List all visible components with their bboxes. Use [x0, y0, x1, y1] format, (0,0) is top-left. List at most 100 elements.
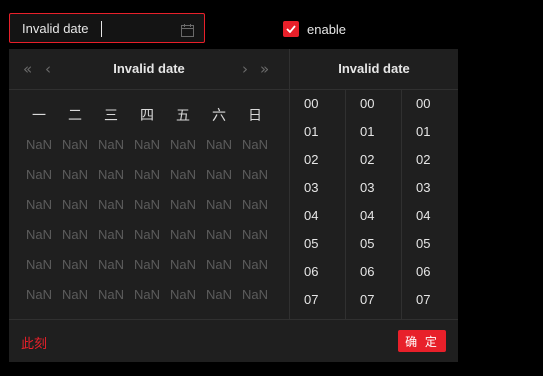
day-cell[interactable]: NaN	[57, 225, 93, 255]
hour-cell[interactable]: 07	[290, 286, 345, 314]
day-cell[interactable]: NaN	[21, 135, 57, 165]
day-row: NaN NaN NaN NaN NaN NaN NaN	[21, 195, 273, 225]
day-cell[interactable]: NaN	[201, 165, 237, 195]
weekday-label: 日	[248, 108, 262, 124]
minute-cell[interactable]: 00	[346, 90, 401, 118]
day-cell[interactable]: NaN	[57, 255, 93, 285]
hour-cell[interactable]: 01	[290, 118, 345, 146]
second-cell[interactable]: 01	[402, 118, 458, 146]
calendar-icon[interactable]	[181, 22, 194, 37]
day-cell[interactable]: NaN	[237, 255, 273, 285]
minute-cell[interactable]: 02	[346, 146, 401, 174]
day-cell[interactable]: NaN	[93, 285, 129, 315]
now-link[interactable]: 此刻	[21, 333, 47, 352]
weekday-label: 二	[68, 108, 82, 124]
day-cell[interactable]: NaN	[237, 195, 273, 225]
second-cell[interactable]: 02	[402, 146, 458, 174]
weekday-label: 三	[104, 108, 118, 124]
date-input-value[interactable]: Invalid date	[22, 21, 89, 36]
day-cell[interactable]: NaN	[237, 285, 273, 315]
hour-cell[interactable]: 06	[290, 258, 345, 286]
day-cell[interactable]: NaN	[93, 255, 129, 285]
picker-footer: 此刻 确 定	[9, 319, 458, 362]
day-cell[interactable]: NaN	[93, 135, 129, 165]
ok-button[interactable]: 确 定	[398, 330, 446, 352]
time-columns: 00 01 02 03 04 05 06 07 00 01 02 03 04 05 06 07 00 01 02…	[290, 90, 458, 319]
date-input[interactable]: Invalid date	[9, 13, 205, 43]
minute-cell[interactable]: 03	[346, 174, 401, 202]
day-row: NaN NaN NaN NaN NaN NaN NaN	[21, 165, 273, 195]
text-caret	[101, 21, 102, 37]
day-cell[interactable]: NaN	[201, 195, 237, 225]
day-cell[interactable]: NaN	[93, 195, 129, 225]
day-cell[interactable]: NaN	[237, 165, 273, 195]
day-cell[interactable]: NaN	[201, 225, 237, 255]
minute-cell[interactable]: 04	[346, 202, 401, 230]
day-cell[interactable]: NaN	[201, 285, 237, 315]
day-cell[interactable]: NaN	[129, 255, 165, 285]
minute-cell[interactable]: 07	[346, 286, 401, 314]
day-cell[interactable]: NaN	[129, 285, 165, 315]
time-panel: Invalid date 00 01 02 03 04 05 06 07 00 01 02 03 04…	[289, 49, 458, 319]
check-icon	[286, 25, 296, 33]
day-cell[interactable]: NaN	[165, 225, 201, 255]
day-cell[interactable]: NaN	[129, 135, 165, 165]
day-cell[interactable]: NaN	[165, 255, 201, 285]
minute-cell[interactable]: 01	[346, 118, 401, 146]
weekday-label: 五	[176, 108, 190, 124]
second-cell[interactable]: 04	[402, 202, 458, 230]
day-cell[interactable]: NaN	[21, 195, 57, 225]
day-cell[interactable]: NaN	[165, 165, 201, 195]
next-month-icon[interactable]: ›	[242, 61, 248, 77]
day-cell[interactable]: NaN	[93, 225, 129, 255]
day-cell[interactable]: NaN	[57, 195, 93, 225]
day-cell[interactable]: NaN	[165, 285, 201, 315]
date-panel: « ‹ Invalid date › » 一二三四五六日 NaN NaN NaN Na…	[9, 49, 289, 319]
day-cell[interactable]: NaN	[21, 255, 57, 285]
time-panel-title: Invalid date	[338, 61, 410, 76]
weekday-header: 一二三四五六日	[21, 105, 273, 125]
day-cell[interactable]: NaN	[165, 195, 201, 225]
day-cell[interactable]: NaN	[21, 285, 57, 315]
minute-column[interactable]: 00 01 02 03 04 05 06 07	[346, 90, 402, 319]
day-grid: NaN NaN NaN NaN NaN NaN NaN NaN NaN NaN NaN NaN NaN N…	[21, 135, 273, 315]
day-cell[interactable]: NaN	[165, 135, 201, 165]
second-cell[interactable]: 00	[402, 90, 458, 118]
second-cell[interactable]: 06	[402, 258, 458, 286]
hour-cell[interactable]: 04	[290, 202, 345, 230]
day-cell[interactable]: NaN	[129, 165, 165, 195]
day-row: NaN NaN NaN NaN NaN NaN NaN	[21, 225, 273, 255]
enable-label[interactable]: enable	[307, 22, 346, 37]
hour-cell[interactable]: 05	[290, 230, 345, 258]
day-cell[interactable]: NaN	[21, 165, 57, 195]
day-cell[interactable]: NaN	[57, 165, 93, 195]
hour-cell[interactable]: 00	[290, 90, 345, 118]
hour-cell[interactable]: 02	[290, 146, 345, 174]
second-cell[interactable]: 05	[402, 230, 458, 258]
day-cell[interactable]: NaN	[129, 225, 165, 255]
day-cell[interactable]: NaN	[201, 255, 237, 285]
date-panel-header: « ‹ Invalid date › »	[9, 49, 289, 90]
weekday-label: 四	[140, 108, 154, 124]
day-cell[interactable]: NaN	[57, 135, 93, 165]
second-cell[interactable]: 07	[402, 286, 458, 314]
minute-cell[interactable]: 05	[346, 230, 401, 258]
super-next-year-icon[interactable]: »	[260, 61, 269, 77]
enable-checkbox-wrapper[interactable]: enable	[283, 21, 346, 37]
weekday-label: 一	[32, 108, 46, 124]
day-row: NaN NaN NaN NaN NaN NaN NaN	[21, 135, 273, 165]
day-cell[interactable]: NaN	[21, 225, 57, 255]
day-cell[interactable]: NaN	[57, 285, 93, 315]
day-cell[interactable]: NaN	[237, 135, 273, 165]
hour-column[interactable]: 00 01 02 03 04 05 06 07	[290, 90, 346, 319]
second-cell[interactable]: 03	[402, 174, 458, 202]
hour-cell[interactable]: 03	[290, 174, 345, 202]
day-cell[interactable]: NaN	[201, 135, 237, 165]
day-cell[interactable]: NaN	[129, 195, 165, 225]
day-cell[interactable]: NaN	[93, 165, 129, 195]
minute-cell[interactable]: 06	[346, 258, 401, 286]
second-column[interactable]: 00 01 02 03 04 05 06 07	[402, 90, 458, 319]
enable-checkbox[interactable]	[283, 21, 299, 37]
datetime-picker-popup: « ‹ Invalid date › » 一二三四五六日 NaN NaN NaN Na…	[9, 49, 458, 362]
day-cell[interactable]: NaN	[237, 225, 273, 255]
